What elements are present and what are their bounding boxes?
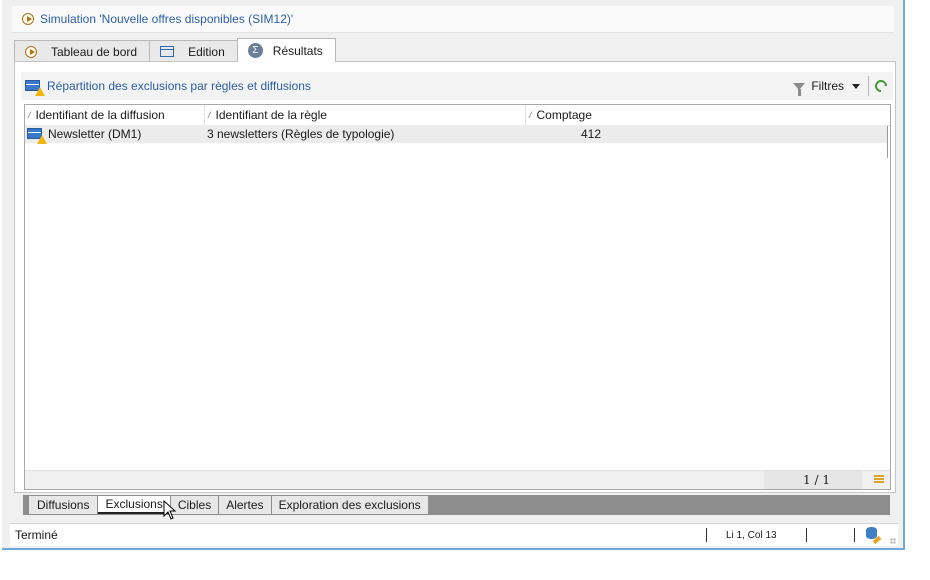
tab-dashboard-label: Tableau de bord <box>51 44 138 59</box>
column-label: Identifiant de la diffusion <box>35 108 165 122</box>
tab-edition[interactable]: Edition <box>149 40 238 62</box>
title-bar: Simulation 'Nouvelle offres disponibles … <box>12 6 894 33</box>
sort-icon: / <box>529 110 532 120</box>
main-tabs: Tableau de bord Edition Σ Résultats <box>14 38 336 62</box>
toolbar-divider <box>868 76 869 96</box>
tab-exploration-exclusions[interactable]: Exploration des exclusions <box>271 496 429 514</box>
refresh-icon[interactable] <box>872 77 890 95</box>
column-header-rule[interactable]: / Identifiant de la règle <box>205 105 526 125</box>
cursor-position: Li 1, Col 13 <box>726 529 777 541</box>
tab-results[interactable]: Σ Résultats <box>236 38 336 62</box>
scrollbar[interactable] <box>887 126 888 158</box>
list-menu-icon[interactable] <box>874 475 884 483</box>
tab-exclusions[interactable]: Exclusions <box>98 496 171 514</box>
column-label: Identifiant de la règle <box>215 108 327 122</box>
count-cell: 412 <box>580 127 601 141</box>
column-label: Comptage <box>536 108 592 122</box>
status-divider <box>806 528 807 542</box>
tab-dashboard[interactable]: Tableau de bord <box>14 40 151 62</box>
column-header-count[interactable]: / Comptage <box>526 105 602 125</box>
database-edit-icon[interactable] <box>866 527 882 545</box>
mail-warning-icon <box>25 79 45 96</box>
chevron-down-icon <box>852 83 860 89</box>
delivery-id: Newsletter (DM1) <box>48 127 142 141</box>
sort-icon: / <box>28 110 31 120</box>
filters-label: Filtres <box>811 79 844 93</box>
sigma-icon: Σ <box>247 43 263 58</box>
tab-alertes[interactable]: Alertes <box>219 496 272 514</box>
page-indicator: 1 / 1 <box>803 473 830 487</box>
tab-cibles[interactable]: Cibles <box>170 496 220 514</box>
results-toolbar: Répartition des exclusions par règles et… <box>21 72 893 100</box>
play-circle-icon <box>25 45 37 58</box>
rule-cell: 3 newsletters (Règles de typologie) <box>207 127 395 141</box>
play-circle-icon <box>22 13 34 25</box>
tab-edition-label: Edition <box>188 44 225 59</box>
table-header: / Identifiant de la diffusion / Identifi… <box>25 105 890 126</box>
pager-bar: 1 / 1 <box>25 470 890 489</box>
table-row[interactable]: Newsletter (DM1) 3 newsletters (Règles d… <box>25 125 887 144</box>
toolbar-title: Répartition des exclusions par règles et… <box>47 79 311 93</box>
form-window-icon <box>160 46 175 57</box>
funnel-icon <box>793 82 806 96</box>
sub-tabs: Diffusions Exclusions Cibles Alertes Exp… <box>23 495 890 515</box>
delivery-cell: Newsletter (DM1) <box>27 125 142 144</box>
status-divider <box>854 528 855 542</box>
column-header-delivery[interactable]: / Identifiant de la diffusion <box>25 105 205 125</box>
resize-grip[interactable] <box>890 538 896 544</box>
exclusions-table: / Identifiant de la diffusion / Identifi… <box>24 104 891 490</box>
status-text: Terminé <box>15 528 58 542</box>
window-title: Simulation 'Nouvelle offres disponibles … <box>40 12 294 26</box>
sort-icon: / <box>208 110 211 120</box>
mail-warning-icon <box>27 127 47 144</box>
status-divider <box>706 528 707 542</box>
mouse-cursor-icon <box>163 500 177 520</box>
tab-diffusions[interactable]: Diffusions <box>29 496 99 514</box>
filters-button[interactable]: Filtres <box>791 77 862 96</box>
results-panel: Répartition des exclusions par règles et… <box>14 61 896 493</box>
simulation-window: Simulation 'Nouvelle offres disponibles … <box>2 0 905 550</box>
tab-results-label: Résultats <box>272 43 323 58</box>
status-bar: Terminé Li 1, Col 13 <box>10 523 898 546</box>
